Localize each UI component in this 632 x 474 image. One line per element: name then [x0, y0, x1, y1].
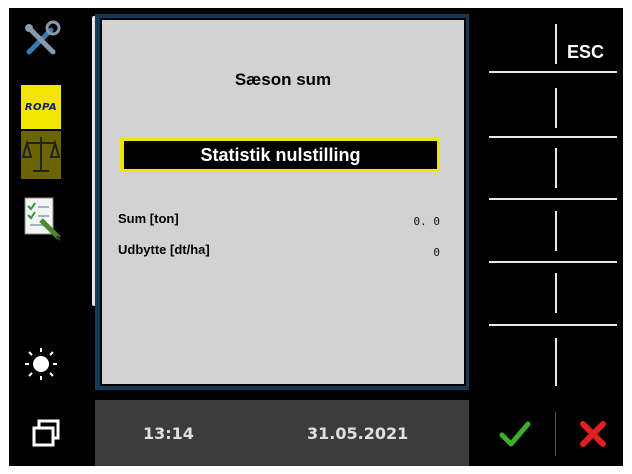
window-switch-icon[interactable] [31, 418, 61, 453]
wrench-screwdriver-icon[interactable] [21, 20, 61, 60]
statistics-reset-button[interactable]: Statistik nulstilling [120, 138, 440, 172]
bottom-left-area [9, 400, 89, 466]
confirm-check-icon[interactable] [499, 418, 531, 455]
esc-button[interactable]: ESC [567, 42, 604, 63]
grid-divider [555, 338, 557, 386]
cancel-x-icon[interactable] [577, 418, 609, 455]
left-sidebar: ROPA [9, 8, 89, 400]
checklist-icon[interactable] [21, 194, 62, 242]
yield-value: 0 [433, 246, 440, 259]
grid-divider [555, 88, 557, 128]
ropa-logo[interactable]: ROPA [21, 85, 61, 129]
grid-divider [489, 136, 617, 138]
confirm-cancel-area [469, 400, 623, 466]
grid-divider [489, 198, 617, 200]
sum-ton-value: 0. 0 [413, 215, 441, 228]
page-title: Sæson sum [234, 70, 332, 89]
clock-date: 31.05.2021 [307, 424, 409, 443]
grid-divider [555, 24, 557, 64]
ropa-logo-text: ROPA [24, 101, 58, 113]
grid-divider [555, 148, 557, 188]
button-separator [555, 412, 556, 456]
season-sum-dialog: Sæson sum Statistik nulstilling Sum [ton… [100, 18, 466, 386]
grid-divider [555, 273, 557, 313]
softkey-column: ESC [475, 8, 623, 400]
sun-brightness-icon[interactable] [21, 344, 61, 384]
scale-icon [21, 137, 61, 172]
main-panel: Sæson sum Statistik nulstilling Sum [ton… [95, 14, 469, 390]
scale-button[interactable] [21, 131, 61, 179]
sum-ton-label: Sum [ton] [118, 211, 179, 226]
grid-divider [489, 324, 617, 326]
grid-divider [555, 211, 557, 251]
terminal-screen: ROPA Sæson sum Statistik nulstilling Sum… [9, 8, 623, 466]
clock-time: 13:14 [143, 424, 194, 443]
yield-label: Udbytte [dt/ha] [118, 242, 210, 257]
status-bar: 13:14 31.05.2021 [95, 400, 469, 466]
grid-divider [489, 261, 617, 263]
grid-divider [489, 71, 617, 73]
